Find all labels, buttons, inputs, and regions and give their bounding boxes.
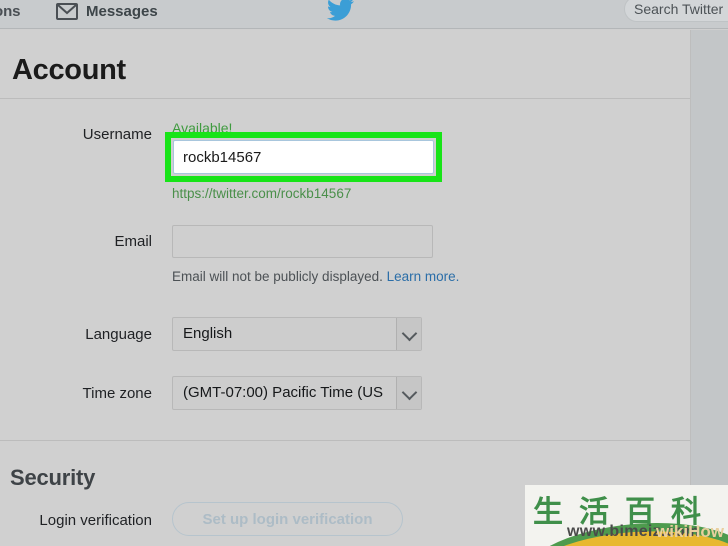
- security-section-divider: [0, 440, 690, 441]
- chevron-down-icon: [401, 384, 418, 401]
- email-input[interactable]: [172, 225, 433, 258]
- search-placeholder-label: Search Twitter: [634, 1, 724, 17]
- language-label: Language: [85, 326, 152, 343]
- username-label: Username: [82, 126, 152, 143]
- timezone-select-value: (GMT-07:00) Pacific Time (US: [183, 384, 384, 401]
- nav-item-notifications[interactable]: ons: [0, 3, 20, 20]
- email-hint-label: Email will not be publicly displayed.: [172, 269, 387, 284]
- timezone-select[interactable]: (GMT-07:00) Pacific Time (US: [172, 376, 422, 410]
- chevron-down-icon: [401, 325, 418, 342]
- timezone-label: Time zone: [82, 385, 152, 402]
- language-select-arrow[interactable]: [396, 318, 421, 350]
- settings-panel: Account Username Available! https://twit…: [0, 30, 691, 546]
- twitter-bird-icon[interactable]: [326, 0, 356, 23]
- watermark-brand: wikiHow: [655, 522, 724, 541]
- username-input[interactable]: [173, 140, 434, 174]
- email-hint-text: Email will not be publicly displayed. Le…: [172, 269, 459, 284]
- watermark: 生活百科 www.bimeiz.com wikiHow: [525, 485, 728, 546]
- security-section-title: Security: [10, 465, 96, 490]
- setup-login-verification-button[interactable]: Set up login verification: [172, 502, 403, 536]
- mail-icon: [55, 0, 79, 22]
- nav-item-messages[interactable]: Messages: [86, 3, 158, 20]
- language-select[interactable]: English: [172, 317, 422, 351]
- twitter-top-nav: ons Messages Search Twitter: [0, 0, 728, 29]
- screenshot-root: ons Messages Search Twitter Account User…: [0, 0, 728, 546]
- page-right-gutter: [691, 30, 728, 546]
- page-title: Account: [12, 54, 126, 86]
- login-verification-label: Login verification: [39, 512, 152, 529]
- email-label: Email: [114, 233, 152, 250]
- language-select-value: English: [183, 325, 233, 342]
- timezone-select-arrow[interactable]: [396, 377, 421, 409]
- learn-more-link[interactable]: Learn more.: [387, 269, 460, 284]
- profile-url-text: https://twitter.com/rockb14567: [172, 186, 352, 201]
